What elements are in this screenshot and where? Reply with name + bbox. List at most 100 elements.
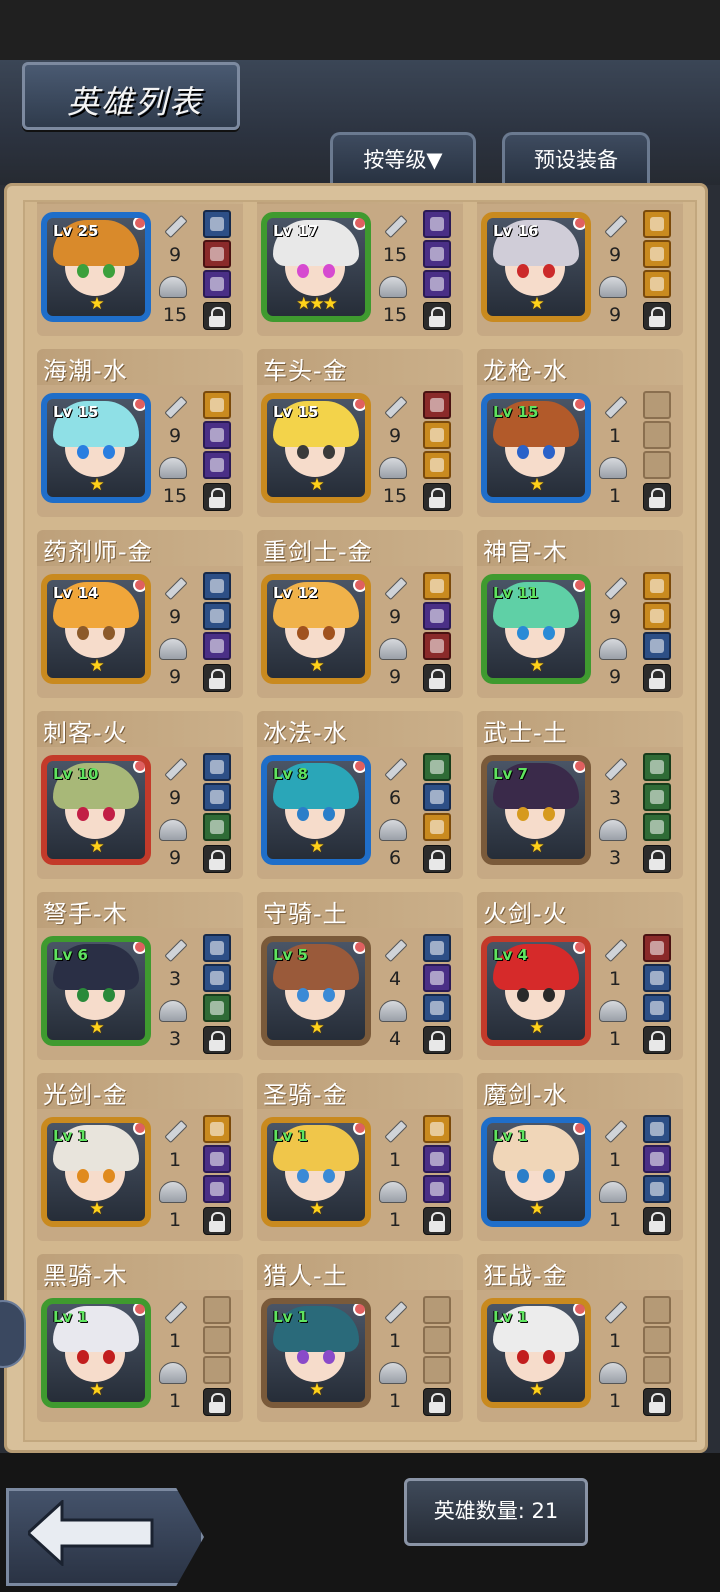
hero-card[interactable]: 海潮-水 Lv 15 ★ 9 15 (37, 349, 243, 517)
lock-icon[interactable] (203, 664, 231, 692)
equipment-slot[interactable] (643, 240, 671, 268)
hero-portrait[interactable]: Lv 15 ★ (261, 393, 371, 503)
equipment-slot[interactable] (643, 813, 671, 841)
hero-card[interactable]: 车头-金 Lv 15 ★ 9 15 (257, 349, 463, 517)
hero-portrait[interactable]: Lv 17 ★★★ (261, 212, 371, 322)
hero-card[interactable]: 猎人-土 Lv 1 ★ 1 1 (257, 1254, 463, 1422)
equipment-slot[interactable] (423, 994, 451, 1022)
side-menu-handle[interactable] (0, 1300, 26, 1368)
lock-icon[interactable] (203, 845, 231, 873)
hero-portrait[interactable]: Lv 12 ★ (261, 574, 371, 684)
hero-card[interactable]: 龙枪-水 Lv 15 ★ 1 1 (477, 349, 683, 517)
lock-icon[interactable] (423, 845, 451, 873)
hero-portrait[interactable]: Lv 16 ★ (481, 212, 591, 322)
hero-portrait[interactable]: Lv 15 ★ (41, 393, 151, 503)
equipment-slot[interactable] (203, 270, 231, 298)
equipment-slot[interactable] (203, 240, 231, 268)
lock-icon[interactable] (203, 1207, 231, 1235)
hero-portrait[interactable]: Lv 1 ★ (41, 1298, 151, 1408)
lock-icon[interactable] (423, 302, 451, 330)
equipment-slot[interactable] (423, 391, 451, 419)
equipment-slot[interactable] (423, 1175, 451, 1203)
hero-portrait[interactable]: Lv 1 ★ (41, 1117, 151, 1227)
hero-portrait[interactable]: Lv 1 ★ (261, 1298, 371, 1408)
equipment-slot[interactable] (203, 1326, 231, 1354)
hero-card[interactable]: 火剑-火 Lv 4 ★ 1 1 (477, 892, 683, 1060)
equipment-slot[interactable] (643, 270, 671, 298)
hero-portrait[interactable]: Lv 25 ★ (41, 212, 151, 322)
equipment-slot[interactable] (203, 753, 231, 781)
equipment-slot[interactable] (423, 572, 451, 600)
hero-card[interactable]: 武士-土 Lv 7 ★ 3 3 (477, 711, 683, 879)
hero-card[interactable]: 光剑-金 Lv 1 ★ 1 1 (37, 1073, 243, 1241)
equipment-slot[interactable] (423, 632, 451, 660)
equipment-slot[interactable] (203, 813, 231, 841)
hero-card[interactable]: 魔剑-水 Lv 1 ★ 1 1 (477, 1073, 683, 1241)
equipment-slot[interactable] (423, 240, 451, 268)
lock-icon[interactable] (643, 1026, 671, 1054)
equipment-slot[interactable] (643, 964, 671, 992)
lock-icon[interactable] (203, 302, 231, 330)
lock-icon[interactable] (423, 1207, 451, 1235)
equipment-slot[interactable] (643, 1175, 671, 1203)
hero-card[interactable]: 黑骑-木 Lv 1 ★ 1 1 (37, 1254, 243, 1422)
hero-card[interactable]: 刺客-火 Lv 10 ★ 9 9 (37, 711, 243, 879)
hero-card[interactable]: Lv 16 ★ 9 9 (477, 202, 683, 336)
lock-icon[interactable] (643, 664, 671, 692)
equipment-slot[interactable] (423, 964, 451, 992)
equipment-slot[interactable] (423, 934, 451, 962)
hero-portrait[interactable]: Lv 7 ★ (481, 755, 591, 865)
lock-icon[interactable] (643, 1388, 671, 1416)
lock-icon[interactable] (203, 1026, 231, 1054)
hero-portrait[interactable]: Lv 1 ★ (261, 1117, 371, 1227)
equipment-slot[interactable] (203, 964, 231, 992)
lock-icon[interactable] (423, 483, 451, 511)
equipment-slot[interactable] (423, 210, 451, 238)
equipment-slot[interactable] (203, 210, 231, 238)
hero-card[interactable]: 守骑-土 Lv 5 ★ 4 4 (257, 892, 463, 1060)
lock-icon[interactable] (423, 664, 451, 692)
hero-portrait[interactable]: Lv 10 ★ (41, 755, 151, 865)
equipment-slot[interactable] (203, 391, 231, 419)
equipment-slot[interactable] (203, 632, 231, 660)
equipment-slot[interactable] (643, 994, 671, 1022)
hero-card[interactable]: 弩手-木 Lv 6 ★ 3 3 (37, 892, 243, 1060)
hero-portrait[interactable]: Lv 8 ★ (261, 755, 371, 865)
equipment-slot[interactable] (423, 1356, 451, 1384)
equipment-slot[interactable] (203, 572, 231, 600)
equipment-slot[interactable] (423, 1145, 451, 1173)
equipment-slot[interactable] (203, 451, 231, 479)
sort-by-level-button[interactable]: 按等级▼ (330, 132, 476, 185)
hero-card[interactable]: 圣骑-金 Lv 1 ★ 1 1 (257, 1073, 463, 1241)
equipment-slot[interactable] (643, 1326, 671, 1354)
equipment-slot[interactable] (203, 1115, 231, 1143)
equipment-slot[interactable] (643, 210, 671, 238)
hero-portrait[interactable]: Lv 5 ★ (261, 936, 371, 1046)
lock-icon[interactable] (643, 845, 671, 873)
equipment-slot[interactable] (203, 1145, 231, 1173)
equipment-slot[interactable] (203, 934, 231, 962)
equipment-slot[interactable] (203, 421, 231, 449)
equipment-slot[interactable] (203, 994, 231, 1022)
equipment-slot[interactable] (643, 934, 671, 962)
equipment-slot[interactable] (203, 1356, 231, 1384)
hero-portrait[interactable]: Lv 15 ★ (481, 393, 591, 503)
equipment-slot[interactable] (423, 602, 451, 630)
hero-portrait[interactable]: Lv 4 ★ (481, 936, 591, 1046)
equipment-slot[interactable] (423, 753, 451, 781)
lock-icon[interactable] (423, 1026, 451, 1054)
hero-portrait[interactable]: Lv 11 ★ (481, 574, 591, 684)
hero-card[interactable]: 冰法-水 Lv 8 ★ 6 6 (257, 711, 463, 879)
equipment-slot[interactable] (203, 1175, 231, 1203)
equipment-slot[interactable] (203, 783, 231, 811)
equipment-slot[interactable] (643, 421, 671, 449)
lock-icon[interactable] (423, 1388, 451, 1416)
preset-equipment-button[interactable]: 预设装备 (502, 132, 650, 185)
equipment-slot[interactable] (643, 451, 671, 479)
equipment-slot[interactable] (423, 451, 451, 479)
equipment-slot[interactable] (643, 572, 671, 600)
equipment-slot[interactable] (423, 421, 451, 449)
equipment-slot[interactable] (643, 783, 671, 811)
equipment-slot[interactable] (203, 1296, 231, 1324)
equipment-slot[interactable] (643, 391, 671, 419)
